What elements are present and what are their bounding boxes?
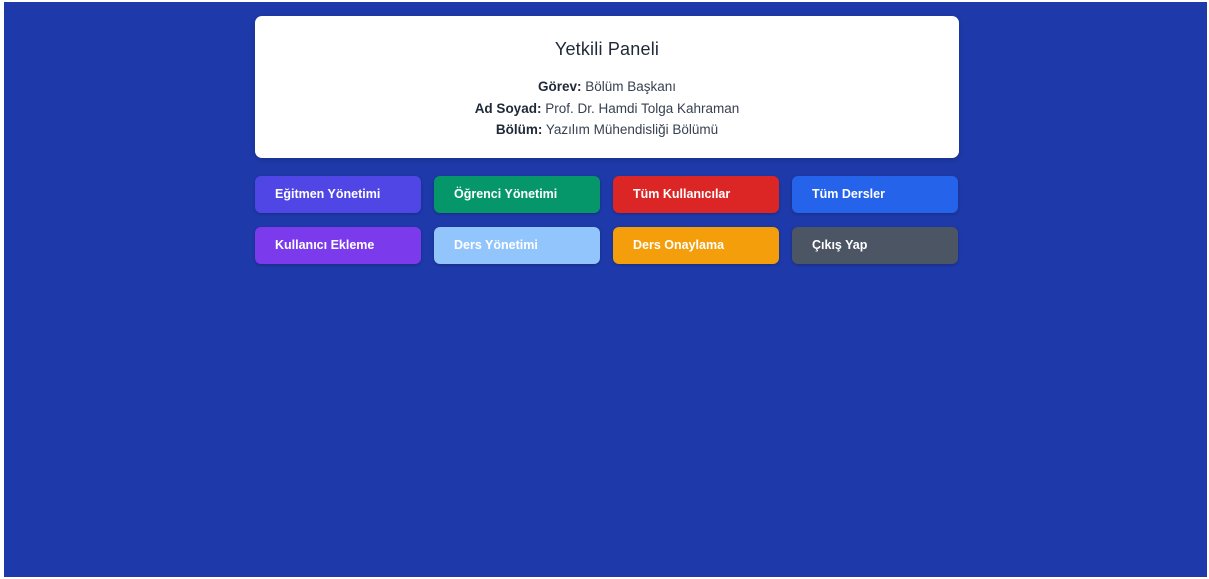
bolum-label: Bölüm: [495, 122, 543, 137]
ders-onaylama-button[interactable]: Ders Onaylama [613, 227, 779, 264]
info-row-ad-soyad: Ad Soyad: Prof. Dr. Hamdi Tolga Kahraman [255, 98, 959, 120]
bolum-value: Yazılım Mühendisliği Bölümü [545, 122, 719, 137]
gorev-value: Bölüm Başkanı [585, 79, 677, 94]
gorev-label: Görev: [537, 79, 582, 94]
panel-title: Yetkili Paneli [554, 39, 660, 59]
tum-dersler-button[interactable]: Tüm Dersler [792, 176, 958, 213]
ders-yonetimi-button[interactable]: Ders Yönetimi [434, 227, 600, 264]
egitmen-yonetimi-button[interactable]: Eğitmen Yönetimi [255, 176, 421, 213]
ad-soyad-value: Prof. Dr. Hamdi Tolga Kahraman [545, 100, 740, 116]
info-row-bolum: Bölüm: Yazılım Mühendisliği Bölümü [255, 119, 959, 141]
cikis-yap-button[interactable]: Çıkış Yap [792, 227, 958, 264]
info-row-gorev: Görev: Bölüm Başkanı [255, 76, 959, 98]
tum-kullanicilar-button[interactable]: Tüm Kullanıcılar [613, 176, 779, 213]
authority-info-panel: Yetkili Paneli Görev: Bölüm Başkanı Ad S… [255, 16, 959, 158]
ad-soyad-label: Ad Soyad: [474, 100, 542, 116]
page-background: Yetkili Paneli Görev: Bölüm Başkanı Ad S… [4, 2, 1207, 577]
info-list: Görev: Bölüm Başkanı Ad Soyad: Prof. Dr.… [255, 76, 959, 141]
ogrenci-yonetimi-button[interactable]: Öğrenci Yönetimi [434, 176, 600, 213]
kullanici-ekleme-button[interactable]: Kullanıcı Ekleme [255, 227, 421, 264]
